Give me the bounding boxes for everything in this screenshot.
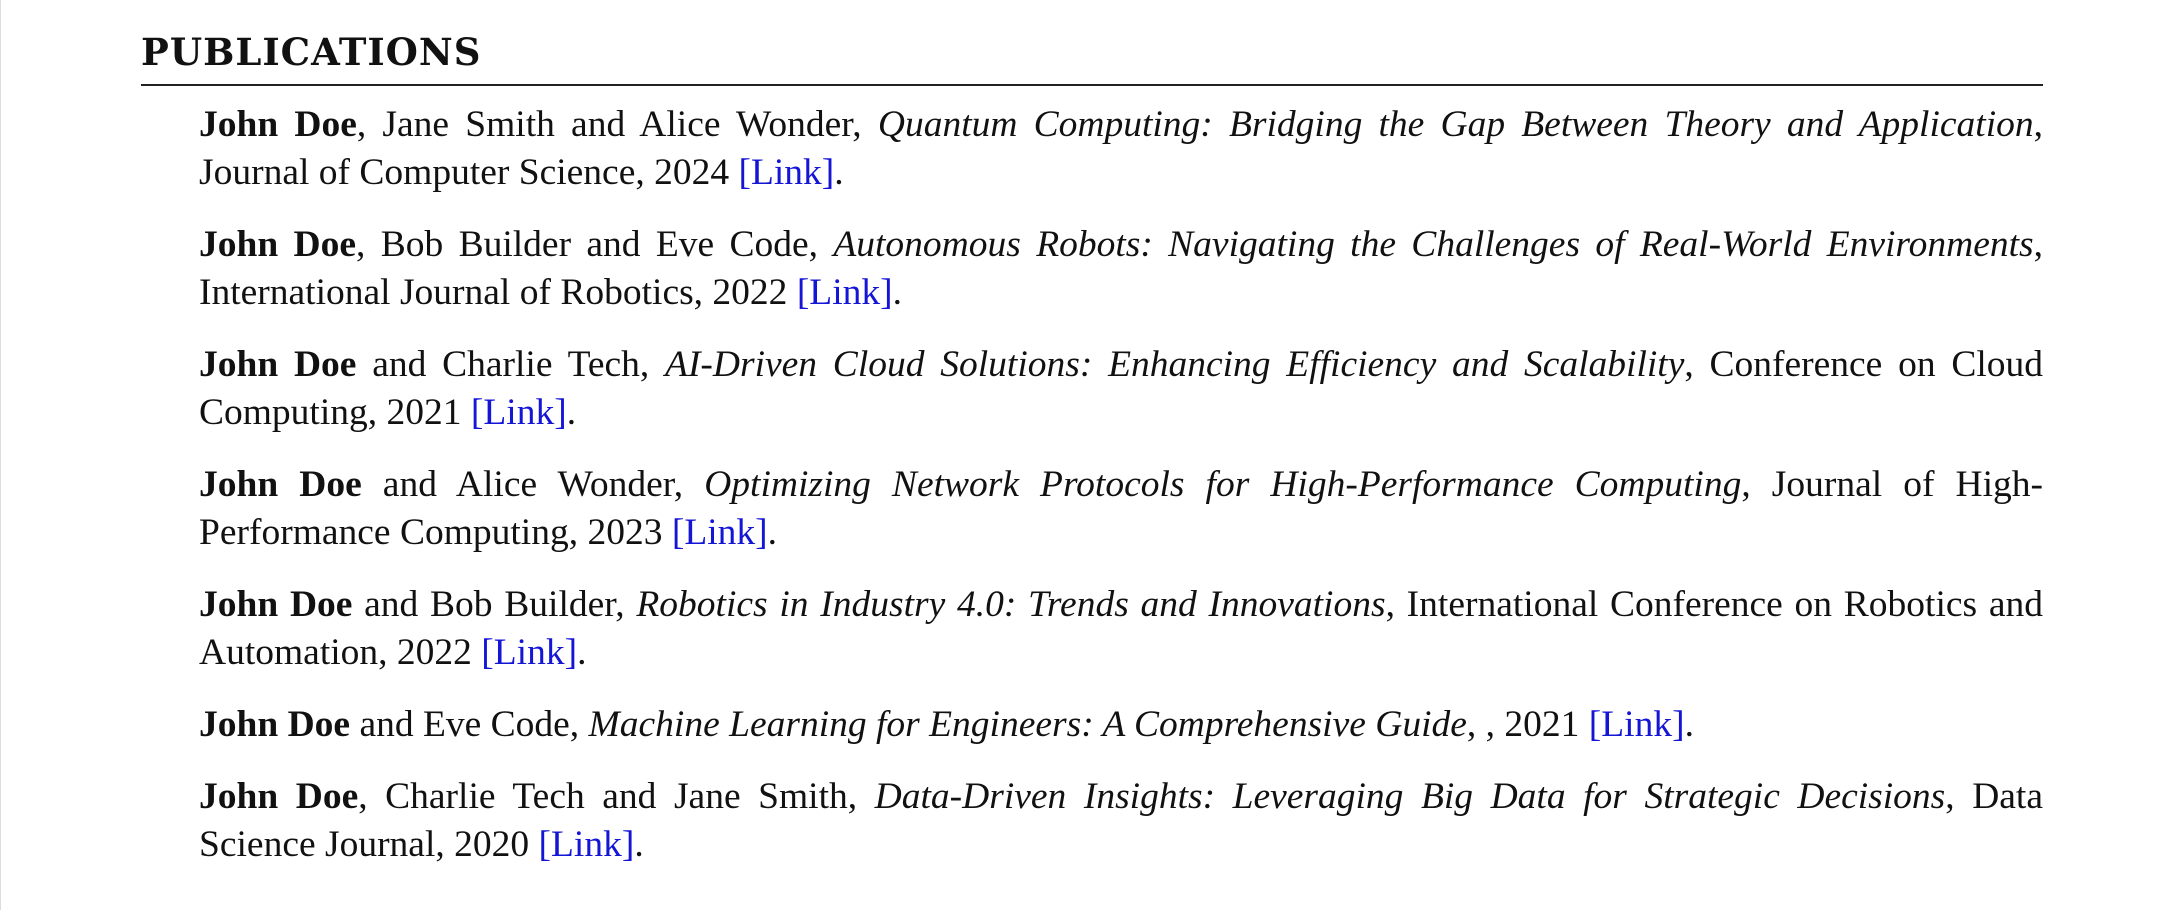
lead-author: John Doe [199,464,362,505]
coauthors: , Jane Smith and Alice Wonder, [356,104,878,145]
entry-end: . [1684,704,1694,745]
publication-title: Quantum Computing: Bridging the Gap Betw… [877,104,2034,145]
coauthors: and Alice Wonder, [361,464,705,505]
publication-entry: John Doe and Eve Code, Machine Learning … [199,701,2043,749]
publication-entry: John Doe and Alice Wonder, Optimizing Ne… [199,461,2043,557]
coauthors: , Bob Builder and Eve Code, [356,224,834,265]
lead-author: John Doe [199,104,357,145]
publication-entry: John Doe, Bob Builder and Eve Code, Auto… [199,221,2043,317]
publication-link[interactable]: [Link] [738,152,834,193]
entry-end: . [834,152,844,193]
entry-end: . [892,272,902,313]
section-title: PUBLICATIONS [141,30,482,74]
entry-end: . [767,512,778,553]
publication-link[interactable]: [Link] [797,272,893,313]
lead-author: John Doe [199,584,353,625]
publication-entry: John Doe, Jane Smith and Alice Wonder, Q… [199,101,2043,197]
coauthors: , Charlie Tech and Jane Smith, [358,776,875,817]
publication-title: Machine Learning for Engineers: A Compre… [588,704,1467,745]
publication-title: Autonomous Robots: Navigating the Challe… [833,224,2034,265]
venue-year: , , 2021 [1466,704,1589,745]
lead-author: John Doe [199,776,359,817]
publication-title: AI-Driven Cloud Solutions: Enhancing Eff… [665,344,1685,385]
lead-author: John Doe [199,344,357,385]
coauthors: and Charlie Tech, [356,344,666,385]
entry-end: . [577,632,587,673]
coauthors: and Eve Code, [350,704,589,745]
lead-author: John Doe [199,224,357,265]
publication-list: John Doe, Jane Smith and Alice Wonder, Q… [199,101,2043,893]
publication-title: Robotics in Industry 4.0: Trends and Inn… [636,584,1386,625]
section-divider [141,84,2043,86]
document-page: PUBLICATIONS John Doe, Jane Smith and Al… [0,0,2184,910]
publication-link[interactable]: [Link] [471,392,567,433]
publication-link[interactable]: [Link] [539,824,635,865]
publication-title: Optimizing Network Protocols for High-Pe… [704,464,1742,505]
publication-link[interactable]: [Link] [1589,704,1685,745]
entry-end: . [566,392,577,433]
publication-entry: John Doe and Bob Builder, Robotics in In… [199,581,2043,677]
coauthors: and Bob Builder, [352,584,637,625]
lead-author: John Doe [199,704,351,745]
publication-entry: John Doe and Charlie Tech, AI-Driven Clo… [199,341,2043,437]
entry-end: . [634,824,644,865]
publication-title: Data-Driven Insights: Leveraging Big Dat… [874,776,1946,817]
publication-entry: John Doe, Charlie Tech and Jane Smith, D… [199,773,2043,869]
publication-link[interactable]: [Link] [672,512,768,553]
publication-link[interactable]: [Link] [481,632,577,673]
